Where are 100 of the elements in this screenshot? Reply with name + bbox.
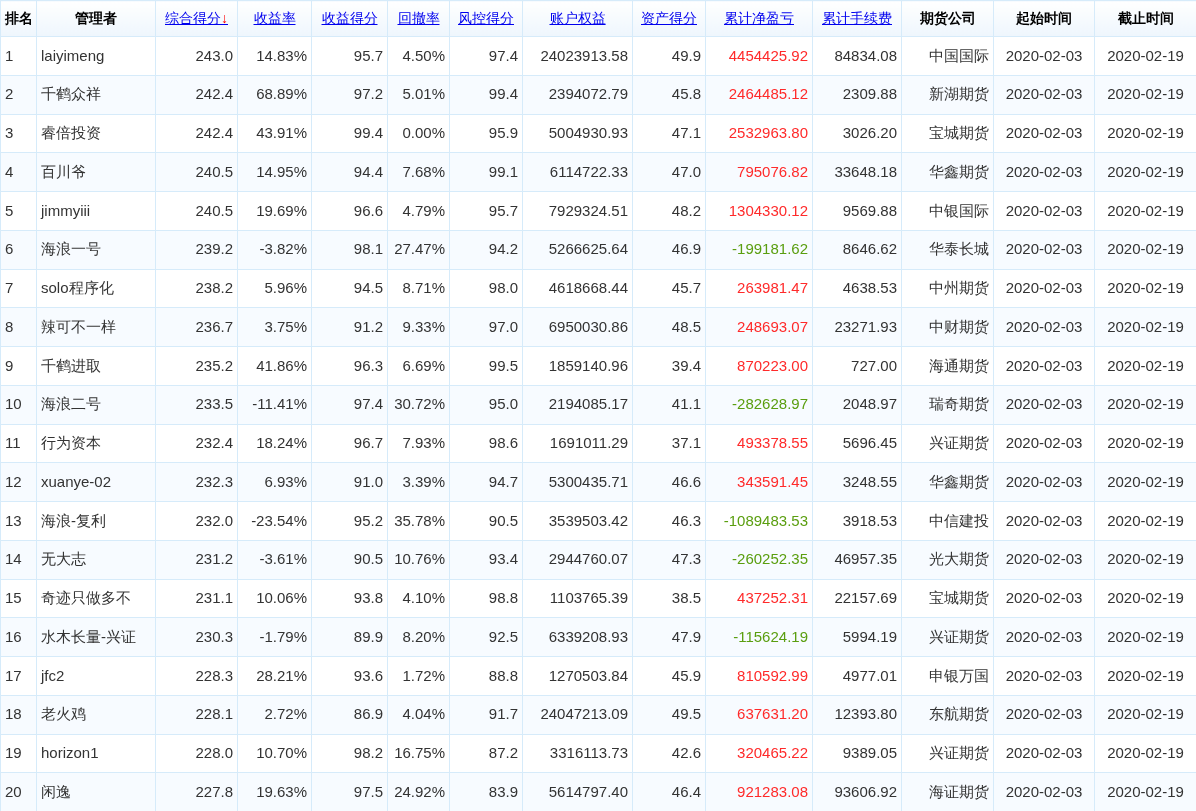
table-cell: 48.2 <box>632 191 706 231</box>
table-cell: 百川爷 <box>36 152 156 192</box>
table-cell: 39.4 <box>632 346 706 386</box>
table-cell: 8646.62 <box>812 230 902 269</box>
table-cell: 2020-02-03 <box>993 385 1095 424</box>
table-cell: 1270503.84 <box>522 656 633 696</box>
table-cell: 东航期货 <box>901 695 994 734</box>
table-cell: 99.4 <box>449 75 523 114</box>
sort-link[interactable]: 回撤率 <box>397 10 440 26</box>
table-cell: 7.93% <box>387 424 450 463</box>
table-cell: 海浪二号 <box>36 385 156 424</box>
table-cell: solo程序化 <box>36 269 156 308</box>
table-cell: 96.7 <box>311 424 388 463</box>
table-cell: jimmyiii <box>36 191 156 231</box>
table-cell: 14.95% <box>237 152 312 192</box>
table-cell: 3.75% <box>237 307 312 347</box>
table-cell: 3248.55 <box>812 462 902 502</box>
table-cell: 兴证期货 <box>901 734 994 773</box>
table-cell: -23.54% <box>237 501 312 541</box>
table-cell: 96.3 <box>311 346 388 386</box>
column-header[interactable]: 累计净盈亏 <box>705 0 813 37</box>
sort-link[interactable]: 风控得分 <box>458 10 514 26</box>
table-cell: 7.68% <box>387 152 450 192</box>
table-cell: 2020-02-03 <box>993 579 1095 618</box>
table-cell: laiyimeng <box>36 36 156 76</box>
table-cell: 16.75% <box>387 734 450 773</box>
column-header[interactable]: 收益得分 <box>311 0 388 37</box>
table-cell: 2020-02-03 <box>993 191 1095 231</box>
column-header[interactable]: 收益率 <box>237 0 312 37</box>
column-header[interactable]: 累计手续费 <box>812 0 902 37</box>
table-cell: 46957.35 <box>812 540 902 579</box>
net-pnl-cell: -1089483.53 <box>705 501 813 541</box>
table-cell: 申银万国 <box>901 656 994 696</box>
table-cell: 95.7 <box>311 36 388 76</box>
table-cell: 239.2 <box>155 230 238 269</box>
table-cell: 4.50% <box>387 36 450 76</box>
table-cell: 18.24% <box>237 424 312 463</box>
net-pnl-cell: 248693.07 <box>705 307 813 347</box>
sort-link[interactable]: 收益得分 <box>321 10 378 26</box>
table-cell: 45.8 <box>632 75 706 114</box>
table-cell: 238.2 <box>155 269 238 308</box>
table-cell: 236.7 <box>155 307 238 347</box>
column-header[interactable]: 账户权益 <box>522 0 633 37</box>
table-cell: 89.9 <box>311 617 388 657</box>
sort-link[interactable]: 账户权益 <box>549 10 606 26</box>
table-cell: 4.10% <box>387 579 450 618</box>
table-cell: 华鑫期货 <box>901 462 994 502</box>
table-cell: 6950030.86 <box>522 307 633 347</box>
table-cell: 2 <box>0 75 37 114</box>
table-cell: 235.2 <box>155 346 238 386</box>
table-cell: 243.0 <box>155 36 238 76</box>
sort-link[interactable]: 综合得分↓ <box>165 10 228 26</box>
table-cell: 14.83% <box>237 36 312 76</box>
table-cell: 1.72% <box>387 656 450 696</box>
net-pnl-cell: -199181.62 <box>705 230 813 269</box>
table-cell: 2020-02-03 <box>993 36 1095 76</box>
table-cell: 4977.01 <box>812 656 902 696</box>
sort-link[interactable]: 资产得分 <box>641 10 697 26</box>
table-cell: 10 <box>0 385 37 424</box>
net-pnl-cell: 810592.99 <box>705 656 813 696</box>
table-cell: 2020-02-03 <box>993 424 1095 463</box>
table-cell: 6114722.33 <box>522 152 633 192</box>
table-cell: 兴证期货 <box>901 424 994 463</box>
table-cell: horizon1 <box>36 734 156 773</box>
table-cell: 2020-02-03 <box>993 346 1095 386</box>
table-cell: 9 <box>0 346 37 386</box>
table-cell: 46.6 <box>632 462 706 502</box>
table-cell: 2020-02-03 <box>993 114 1095 153</box>
table-cell: 2309.88 <box>812 75 902 114</box>
net-pnl-cell: 493378.55 <box>705 424 813 463</box>
table-cell: -11.41% <box>237 385 312 424</box>
table-cell: 2048.97 <box>812 385 902 424</box>
table-cell: 2020-02-03 <box>993 307 1095 347</box>
table-cell: 宝城期货 <box>901 579 994 618</box>
column-header[interactable]: 综合得分↓ <box>155 0 238 37</box>
table-cell: 中国国际 <box>901 36 994 76</box>
column-header[interactable]: 资产得分 <box>632 0 706 37</box>
table-cell: 5994.19 <box>812 617 902 657</box>
net-pnl-cell: 320465.22 <box>705 734 813 773</box>
table-cell: 10.06% <box>237 579 312 618</box>
table-cell: 49.5 <box>632 695 706 734</box>
table-cell: 1691011.29 <box>522 424 633 463</box>
column-header[interactable]: 风控得分 <box>449 0 523 37</box>
table-cell: 海通期货 <box>901 346 994 386</box>
sort-link[interactable]: 累计净盈亏 <box>724 10 794 26</box>
table-cell: 24023913.58 <box>522 36 633 76</box>
table-cell: 1 <box>0 36 37 76</box>
table-cell: 4618668.44 <box>522 269 633 308</box>
table-cell: 中银国际 <box>901 191 994 231</box>
sort-link[interactable]: 收益率 <box>253 10 296 26</box>
net-pnl-cell: 263981.47 <box>705 269 813 308</box>
table-cell: 90.5 <box>311 540 388 579</box>
net-pnl-cell: 2464485.12 <box>705 75 813 114</box>
table-cell: 老火鸡 <box>36 695 156 734</box>
net-pnl-cell: 637631.20 <box>705 695 813 734</box>
table-cell: 千鹤众祥 <box>36 75 156 114</box>
column-header: 排名 <box>0 0 37 37</box>
column-header[interactable]: 回撤率 <box>387 0 450 37</box>
table-cell: -3.61% <box>237 540 312 579</box>
sort-link[interactable]: 累计手续费 <box>822 10 892 26</box>
